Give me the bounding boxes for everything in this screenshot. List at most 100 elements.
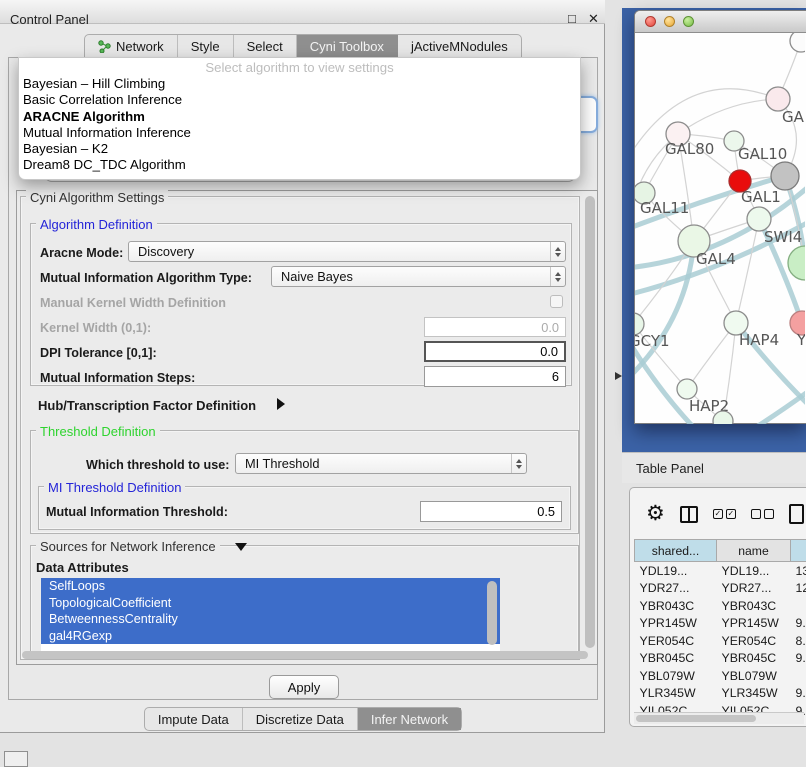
document-icon[interactable] (789, 504, 804, 524)
which-threshold-combo[interactable]: MI Threshold (235, 453, 527, 474)
mi-steps-field[interactable]: 6 (424, 366, 566, 387)
node-hap2[interactable] (677, 379, 697, 399)
minimize-traffic-light-icon[interactable] (664, 16, 675, 27)
settings-horizontal-scrollbar[interactable] (22, 651, 588, 659)
table-row[interactable]: YDL19...YDL19...13 (635, 562, 806, 580)
hub-definition-expander-label[interactable]: Hub/Transcription Factor Definition (38, 398, 256, 413)
mi-algorithm-type-combo[interactable]: Naive Bayes (271, 266, 566, 287)
column-header-third[interactable]: A (791, 540, 806, 562)
network-canvas[interactable]: GALGAL80GAL10GAL1GAL11SWI4GAL4GCY1HAP4YH… (635, 33, 805, 424)
checked-pair-icon[interactable]: ✓✓ (713, 509, 736, 519)
close-traffic-light-icon[interactable] (645, 16, 656, 27)
tab-style[interactable]: Style (178, 35, 234, 58)
node[interactable] (788, 246, 805, 280)
dpi-tolerance-field[interactable]: 0.0 (424, 341, 566, 362)
stepper-icon (550, 242, 565, 261)
node[interactable] (771, 162, 799, 190)
algorithm-dropdown-placeholder: Select algorithm to view settings (19, 60, 580, 76)
collapse-down-arrow-icon[interactable] (235, 543, 247, 551)
tab-network[interactable]: Network (85, 35, 178, 58)
node-label: GAL80 (665, 140, 714, 158)
attribute-list-scrollbar[interactable] (487, 581, 497, 645)
close-panel-icon[interactable]: ✕ (588, 11, 599, 27)
column-header-shared-name[interactable]: shared... (635, 540, 717, 562)
table-panel-window: ⚙ ✓✓ shared... name A YDL19...YDL19...13… (629, 487, 806, 727)
mi-steps-label: Mutual Information Steps: (40, 371, 195, 385)
node-label: GAL (782, 108, 805, 126)
manual-kernel-width-label: Manual Kernel Width Definition (40, 296, 226, 310)
network-window-titlebar[interactable] (635, 11, 806, 33)
node[interactable] (790, 33, 805, 52)
network-graph: GALGAL80GAL10GAL1GAL11SWI4GAL4GCY1HAP4YH… (635, 33, 805, 424)
algorithm-option[interactable]: Bayesian – K2 (19, 141, 580, 157)
minimized-panel-icon[interactable] (4, 751, 28, 767)
table-row[interactable]: YDR27...YDR27...12 (635, 580, 806, 598)
table-hscroll-track[interactable] (634, 712, 804, 724)
manual-kernel-width-checkbox[interactable] (550, 295, 563, 308)
node-label: HAP4 (739, 331, 779, 349)
mi-threshold-label: Mutual Information Threshold: (46, 505, 228, 519)
columns-icon[interactable] (680, 506, 698, 523)
algorithm-option[interactable]: Dream8 DC_TDC Algorithm (19, 157, 580, 173)
node-label: Y (796, 331, 805, 349)
tab-discretize-data[interactable]: Discretize Data (243, 708, 358, 730)
kernel-width-field[interactable]: 0.0 (424, 317, 566, 337)
stepper-icon (511, 454, 526, 473)
control-panel-titlebar[interactable] (0, 0, 605, 24)
zoom-traffic-light-icon[interactable] (683, 16, 694, 27)
aracne-mode-label: Aracne Mode: (40, 246, 123, 260)
algorithm-option[interactable]: Bayesian – Hill Climbing (19, 76, 580, 92)
attribute-item[interactable]: TopologicalCoefficient (41, 595, 500, 612)
table-hscroll-thumb[interactable] (636, 715, 756, 722)
algorithm-option[interactable]: Mutual Information Inference (19, 125, 580, 141)
algorithm-dropdown-popup: Select algorithm to view settings Bayesi… (18, 57, 581, 180)
algorithm-option[interactable]: ARACNE Algorithm (19, 109, 580, 125)
network-window[interactable]: GALGAL80GAL10GAL1GAL11SWI4GAL4GCY1HAP4YH… (634, 10, 806, 424)
mouse-cursor (615, 372, 622, 380)
node-label: GAL10 (738, 145, 787, 163)
control-panel-title: Control Panel (10, 12, 89, 27)
tab-impute-data[interactable]: Impute Data (145, 708, 243, 730)
mi-threshold-field[interactable]: 0.5 (420, 501, 562, 522)
mi-algorithm-type-label: Mutual Information Algorithm Type: (40, 271, 252, 285)
table-toolbar: ⚙ ✓✓ (646, 504, 804, 524)
dpi-tolerance-label: DPI Tolerance [0,1]: (40, 346, 157, 360)
table-row[interactable]: YBR045CYBR045C9. (635, 650, 806, 668)
node-table-body: YDL19...YDL19...13YDR27...YDR27...12YBR0… (635, 562, 806, 720)
attribute-list[interactable]: SelfLoopsTopologicalCoefficientBetweenne… (41, 578, 500, 652)
apply-button[interactable]: Apply (269, 675, 339, 699)
settings-vertical-scrollbar[interactable] (585, 196, 595, 648)
table-row[interactable]: YPR145WYPR145W9. (635, 615, 806, 633)
table-row[interactable]: YBR043CYBR043C (635, 597, 806, 615)
mi-threshold-group-title: MI Threshold Definition (44, 480, 185, 495)
tab-select[interactable]: Select (234, 35, 297, 58)
tab-jactivemnodules[interactable]: jActiveMNodules (398, 35, 521, 58)
bottom-tabstrip: Impute Data Discretize Data Infer Networ… (0, 707, 606, 731)
sources-group-title: Sources for Network Inference (36, 539, 220, 554)
attribute-item[interactable]: BetweennessCentrality (41, 611, 500, 628)
node-label: SWI4 (764, 228, 802, 246)
algorithm-dropdown-list: Bayesian – Hill ClimbingBasic Correlatio… (19, 76, 580, 174)
float-panel-icon[interactable]: □ (568, 11, 574, 26)
node-table[interactable]: shared... name A YDL19...YDL19...13YDR27… (634, 539, 806, 720)
expand-right-arrow-icon[interactable] (277, 398, 285, 410)
algorithm-definition-title: Algorithm Definition (36, 217, 157, 232)
table-row[interactable]: YBL079WYBL079W (635, 667, 806, 685)
gear-icon[interactable]: ⚙ (646, 504, 665, 524)
unchecked-pair-icon[interactable] (751, 509, 774, 519)
control-panel-tabstrip: Network Style Select Cyni Toolbox jActiv… (84, 34, 522, 59)
attribute-item[interactable]: gal4RGexp (41, 628, 500, 645)
stepper-icon (550, 267, 565, 286)
aracne-mode-combo[interactable]: Discovery (128, 241, 566, 262)
attribute-item[interactable]: SelfLoops (41, 578, 500, 595)
algorithm-option[interactable]: Basic Correlation Inference (19, 92, 580, 108)
kernel-width-label: Kernel Width (0,1): (40, 321, 151, 335)
table-row[interactable]: YLR345WYLR345W9. (635, 685, 806, 703)
column-header-name[interactable]: name (717, 540, 791, 562)
data-attributes-label: Data Attributes (36, 560, 129, 575)
threshold-definition-title: Threshold Definition (36, 424, 160, 439)
tab-infer-network[interactable]: Infer Network (358, 708, 461, 730)
table-row[interactable]: YER054CYER054C8. (635, 632, 806, 650)
tab-cyni-toolbox[interactable]: Cyni Toolbox (297, 35, 398, 58)
node-label: GAL1 (741, 188, 781, 206)
